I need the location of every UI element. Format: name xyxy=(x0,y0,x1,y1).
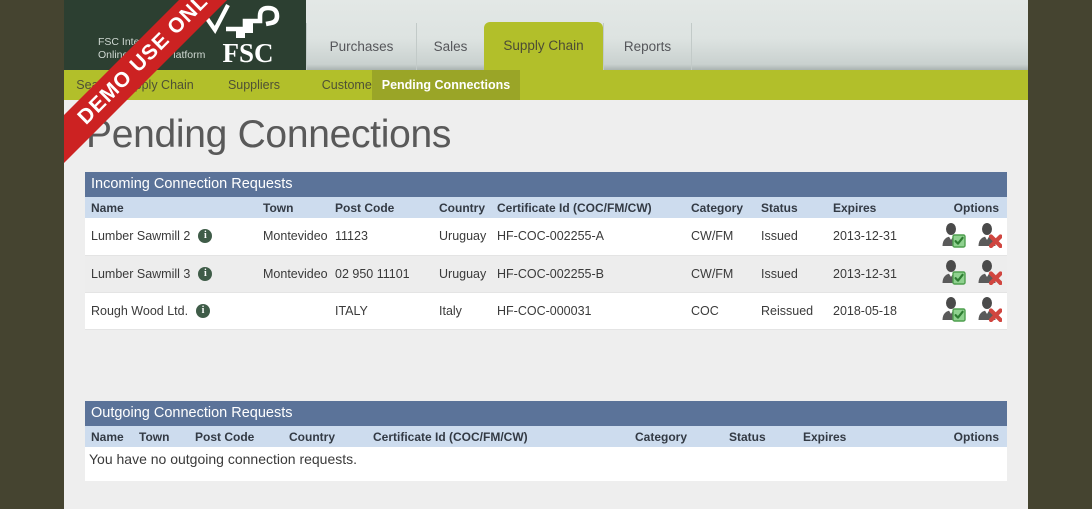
cell-status: Issued xyxy=(755,218,827,256)
column-header-certificate-id: Certificate Id (COC/FM/CW) xyxy=(367,426,629,447)
nav-tab-reports[interactable]: Reports xyxy=(603,23,691,70)
page-body: Pending Connections Incoming Connection … xyxy=(64,100,1028,509)
outgoing-panel-heading: Outgoing Connection Requests xyxy=(85,401,1007,426)
user-accept-icon[interactable] xyxy=(940,222,966,248)
cell-expires: 2013-12-31 xyxy=(827,255,925,293)
info-icon[interactable]: i xyxy=(196,303,211,318)
cell-options xyxy=(925,292,1007,330)
outgoing-table-header-row: Name Town Post Code Country Certificate … xyxy=(85,426,1007,447)
column-header-town: Town xyxy=(133,426,189,447)
cell-country: Uruguay xyxy=(433,218,491,256)
user-accept-icon[interactable] xyxy=(940,296,966,322)
fsc-logo-wordmark: FSC xyxy=(222,38,273,68)
user-accept-icon[interactable] xyxy=(940,259,966,285)
cell-name: Rough Wood Ltd. i xyxy=(85,292,257,330)
cell-name: Lumber Sawmill 3 i xyxy=(85,255,257,293)
cell-town xyxy=(257,292,329,330)
cell-town: Montevideo xyxy=(257,218,329,256)
cell-town: Montevideo xyxy=(257,255,329,293)
cell-category: CW/FM xyxy=(685,255,755,293)
user-reject-icon[interactable] xyxy=(976,222,1002,248)
cell-name: Lumber Sawmill 2 i xyxy=(85,218,257,256)
column-header-name: Name xyxy=(85,426,133,447)
incoming-table-header-row: Name Town Post Code Country Certificate … xyxy=(85,197,1007,218)
company-name: Lumber Sawmill 2 xyxy=(91,229,191,244)
company-name: Rough Wood Ltd. xyxy=(91,303,189,318)
cell-post-code: 02 950 11101 xyxy=(329,255,433,293)
column-header-options: Options xyxy=(925,197,1007,218)
cell-country: Italy xyxy=(433,292,491,330)
cell-expires: 2013-12-31 xyxy=(827,218,925,256)
incoming-table-body: Lumber Sawmill 2 i Montevideo 11123 Uruguay H… xyxy=(85,218,1007,330)
nav-tab-sales[interactable]: Sales xyxy=(416,23,484,70)
outgoing-panel-footer xyxy=(85,471,1007,481)
table-row: Rough Wood Ltd. i ITALY Italy HF-COC-000031 C… xyxy=(85,292,1007,330)
column-header-category: Category xyxy=(629,426,723,447)
cell-post-code: ITALY xyxy=(329,292,433,330)
cell-expires: 2018-05-18 xyxy=(827,292,925,330)
company-name: Lumber Sawmill 3 xyxy=(91,266,191,281)
cell-options xyxy=(925,218,1007,256)
cell-country: Uruguay xyxy=(433,255,491,293)
column-header-certificate-id: Certificate Id (COC/FM/CW) xyxy=(491,197,685,218)
column-header-town: Town xyxy=(257,197,329,218)
incoming-panel-heading: Incoming Connection Requests xyxy=(85,172,1007,197)
column-header-category: Category xyxy=(685,197,755,218)
cell-status: Issued xyxy=(755,255,827,293)
outgoing-empty-message: You have no outgoing connection requests… xyxy=(85,447,1007,471)
nav-tab-supply-chain[interactable]: Supply Chain xyxy=(484,22,603,70)
subnav-item-pending-connections[interactable]: Pending Connections xyxy=(372,70,520,100)
column-header-options: Options xyxy=(889,426,1007,447)
column-header-post-code: Post Code xyxy=(189,426,283,447)
cell-category: COC xyxy=(685,292,755,330)
outgoing-requests-table: Name Town Post Code Country Certificate … xyxy=(85,426,1007,447)
column-header-country: Country xyxy=(433,197,491,218)
cell-status: Reissued xyxy=(755,292,827,330)
column-header-name: Name xyxy=(85,197,257,218)
column-header-post-code: Post Code xyxy=(329,197,433,218)
page-title: Pending Connections xyxy=(86,113,452,156)
cell-options xyxy=(925,255,1007,293)
column-header-expires: Expires xyxy=(827,197,925,218)
column-header-country: Country xyxy=(283,426,367,447)
user-reject-icon[interactable] xyxy=(976,259,1002,285)
column-header-status: Status xyxy=(755,197,827,218)
table-row: Lumber Sawmill 2 i Montevideo 11123 Uruguay H… xyxy=(85,218,1007,256)
primary-navigation: Purchases Sales Supply Chain Reports xyxy=(306,0,1028,70)
cell-certificate-id: HF-COC-000031 xyxy=(491,292,685,330)
cell-certificate-id: HF-COC-002255-A xyxy=(491,218,685,256)
subnav-item-suppliers[interactable]: Suppliers xyxy=(212,70,296,100)
info-icon[interactable]: i xyxy=(198,229,213,244)
info-icon[interactable]: i xyxy=(198,266,213,281)
cell-certificate-id: HF-COC-002255-B xyxy=(491,255,685,293)
nav-divider xyxy=(691,23,693,70)
column-header-expires: Expires xyxy=(797,426,889,447)
incoming-connection-requests-panel: Incoming Connection Requests Name Town P… xyxy=(85,172,1007,330)
cell-category: CW/FM xyxy=(685,218,755,256)
column-header-status: Status xyxy=(723,426,797,447)
secondary-navigation: Search Supply Chain Suppliers Customers … xyxy=(64,70,1028,100)
cell-post-code: 11123 xyxy=(329,218,433,256)
incoming-requests-table: Name Town Post Code Country Certificate … xyxy=(85,197,1007,330)
user-reject-icon[interactable] xyxy=(976,296,1002,322)
application-frame: FSC International Online Claims Platform… xyxy=(64,0,1028,509)
table-row: Lumber Sawmill 3 i Montevideo 02 950 11101 U… xyxy=(85,255,1007,293)
outgoing-connection-requests-panel: Outgoing Connection Requests Name Town P… xyxy=(85,401,1007,481)
nav-tab-purchases[interactable]: Purchases xyxy=(306,23,416,70)
